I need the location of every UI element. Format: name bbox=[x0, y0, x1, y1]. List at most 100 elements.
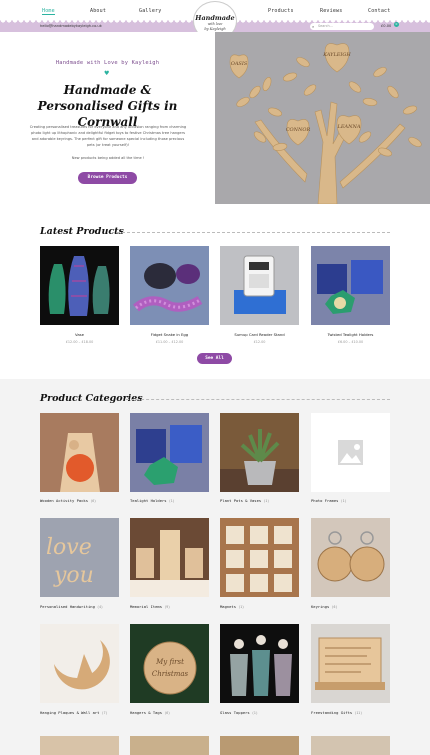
category-image-hangers-tags[interactable]: My first Christmas bbox=[130, 624, 209, 703]
category-name: Magnets bbox=[220, 604, 237, 609]
search-icon: ⌕ bbox=[312, 23, 315, 29]
tealight-holders-category-image bbox=[130, 413, 209, 492]
contact-email[interactable]: hello@handmadebykayleigh.co.uk bbox=[40, 24, 102, 28]
svg-text:love: love bbox=[46, 535, 92, 560]
handwriting-image: love you bbox=[40, 518, 119, 597]
category-label[interactable]: Personalised Handwriting (4) bbox=[40, 604, 126, 610]
see-all-button[interactable]: See All bbox=[197, 353, 232, 364]
category-name: Plant Pots & Vases bbox=[220, 498, 262, 503]
category-label[interactable]: Keyrings (6) bbox=[311, 604, 397, 610]
category-image-partial[interactable] bbox=[311, 736, 390, 755]
category-count: (1) bbox=[168, 499, 175, 503]
logo-text-main: Handmade bbox=[195, 14, 235, 22]
tree-tag-3: CONNOR bbox=[286, 127, 311, 133]
hero-title: Handmade & Personalised Gifts in Cornwal… bbox=[37, 83, 178, 129]
category-count: (6) bbox=[90, 499, 97, 503]
nav-home[interactable]: Home bbox=[42, 8, 55, 15]
tree-tag-1: OASIS bbox=[231, 61, 248, 67]
category-label[interactable]: Wooden Activity Packs (6) bbox=[40, 498, 126, 504]
category-label[interactable]: Tealight Holders (1) bbox=[130, 498, 216, 504]
category-image-freestanding-gifts[interactable] bbox=[311, 624, 390, 703]
category-label[interactable]: Glass Toppers (1) bbox=[220, 710, 306, 716]
magnets-image bbox=[220, 518, 299, 597]
category-name: Hangers & Tags bbox=[130, 710, 163, 715]
category-image-partial[interactable] bbox=[130, 736, 209, 755]
logo-text-name: by Kayleigh bbox=[204, 27, 226, 31]
memorial-items-image bbox=[130, 518, 209, 597]
product-image-tealight-holders[interactable] bbox=[311, 246, 390, 325]
category-name: Tealight Holders bbox=[130, 498, 167, 503]
category-label[interactable]: Hanging Plaques & Wall art (7) bbox=[40, 710, 126, 716]
product-categories-section: Product Categories Wooden Activity Packs… bbox=[0, 379, 430, 755]
hanging-plaques-image bbox=[40, 624, 119, 703]
product-image-fidget-snake[interactable] bbox=[130, 246, 209, 325]
category-name: Wooden Activity Packs bbox=[40, 498, 89, 503]
placeholder-image-icon bbox=[311, 413, 390, 492]
section-divider bbox=[126, 399, 390, 400]
nav-contact[interactable]: Contact bbox=[368, 8, 390, 14]
category-image-partial[interactable] bbox=[40, 736, 119, 755]
nav-reviews[interactable]: Reviews bbox=[320, 8, 342, 14]
category-image-magnets[interactable] bbox=[220, 518, 299, 597]
family-tree-illustration: OASIS KAYLEIGH CONNOR LEANNA bbox=[215, 32, 430, 204]
glass-toppers-image bbox=[220, 624, 299, 703]
category-label[interactable]: Freestanding Gifts (11) bbox=[311, 710, 397, 716]
category-label[interactable]: Magnets (1) bbox=[220, 604, 306, 610]
nav-about[interactable]: About bbox=[90, 8, 106, 14]
cart-total[interactable]: £0.00 bbox=[381, 24, 391, 28]
search-input[interactable]: Search... bbox=[318, 24, 333, 28]
hangers-tags-image: My first Christmas bbox=[130, 624, 209, 703]
category-name: Memorial Items bbox=[130, 604, 163, 609]
browse-products-button[interactable]: Browse Products bbox=[78, 172, 137, 184]
product-name[interactable]: Vase bbox=[40, 332, 119, 337]
category-image-tealight-holders[interactable] bbox=[130, 413, 209, 492]
keyrings-image bbox=[311, 518, 390, 597]
nav-products[interactable]: Products bbox=[268, 8, 294, 14]
hero-tree-image: OASIS KAYLEIGH CONNOR LEANNA bbox=[215, 32, 430, 204]
section-divider bbox=[112, 232, 390, 233]
category-image-photo-frames[interactable] bbox=[311, 413, 390, 492]
category-image-plant-pots[interactable] bbox=[220, 413, 299, 492]
product-name[interactable]: Sumup Card Reader Stand bbox=[220, 332, 299, 337]
product-image-card-reader-stand[interactable] bbox=[220, 246, 299, 325]
category-image-partial[interactable] bbox=[220, 736, 299, 755]
category-name: Freestanding Gifts bbox=[311, 710, 353, 715]
hero-text-panel: Handmade with Love by Kayleigh ♥ Handmad… bbox=[0, 32, 215, 204]
product-image-vase[interactable] bbox=[40, 246, 119, 325]
category-name: Keyrings bbox=[311, 604, 330, 609]
category-count: (4) bbox=[97, 605, 103, 609]
hero-description: Creating personalised treasures for ever… bbox=[29, 125, 187, 147]
product-price: £11.00 – £12.00 bbox=[155, 340, 184, 344]
product-price: £12.00 – £18.00 bbox=[65, 340, 94, 344]
category-image-memorial-items[interactable] bbox=[130, 518, 209, 597]
svg-text:My first: My first bbox=[155, 658, 184, 666]
wooden-activity-packs-image bbox=[40, 413, 119, 492]
category-label[interactable]: Photo Frames (1) bbox=[311, 498, 397, 504]
category-label[interactable]: Memorial Items (9) bbox=[130, 604, 216, 610]
category-name: Photo Frames bbox=[311, 498, 339, 503]
hero-section: Handmade with Love by Kayleigh ♥ Handmad… bbox=[0, 32, 430, 204]
category-count: (7) bbox=[101, 711, 108, 715]
category-name: Hanging Plaques & Wall art bbox=[40, 710, 100, 715]
category-image-glass-toppers[interactable] bbox=[220, 624, 299, 703]
product-name[interactable]: Fidget Snake in Egg bbox=[130, 332, 209, 337]
tealight-holders-image bbox=[311, 246, 390, 325]
category-count: (1) bbox=[252, 711, 258, 715]
category-image-hanging-plaques[interactable] bbox=[40, 624, 119, 703]
category-name: Personalised Handwriting bbox=[40, 604, 95, 609]
svg-text:you: you bbox=[53, 563, 94, 588]
vase-image bbox=[40, 246, 119, 325]
category-image-handwriting[interactable]: love you bbox=[40, 518, 119, 597]
card-reader-stand-image bbox=[220, 246, 299, 325]
category-count: (1) bbox=[263, 499, 270, 503]
category-label[interactable]: Plant Pots & Vases (1) bbox=[220, 498, 306, 504]
category-label[interactable]: Hangers & Tags (6) bbox=[130, 710, 216, 716]
svg-text:Christmas: Christmas bbox=[152, 670, 189, 678]
search-box[interactable]: ⌕ Search... bbox=[310, 22, 374, 30]
category-image-keyrings[interactable] bbox=[311, 518, 390, 597]
product-name[interactable]: Twisted Tealight Holders bbox=[311, 332, 390, 337]
nav-gallery[interactable]: Gallery bbox=[139, 8, 161, 14]
category-count: (6) bbox=[164, 711, 171, 715]
heart-icon: ♥ bbox=[104, 70, 110, 77]
category-image-wooden-activity-packs[interactable] bbox=[40, 413, 119, 492]
